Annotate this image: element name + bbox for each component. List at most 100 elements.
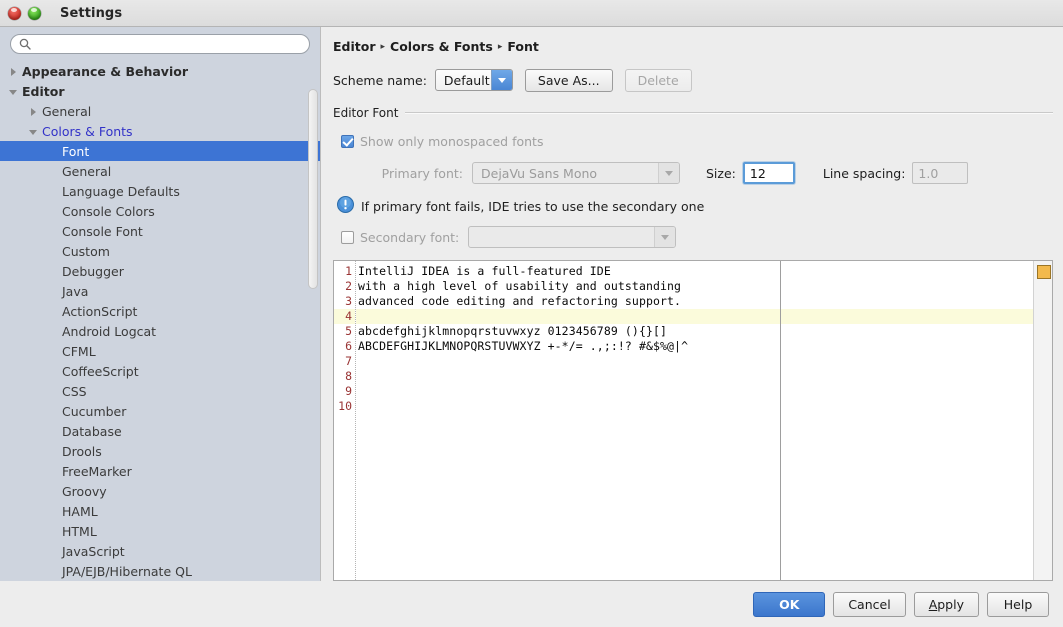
breadcrumb-item[interactable]: Colors & Fonts [390,39,493,54]
sidebar-item-custom[interactable]: Custom [0,241,320,261]
chevron-right-icon[interactable] [28,106,39,117]
sidebar-item-cfml[interactable]: CFML [0,341,320,361]
sidebar-item-general[interactable]: General [0,101,320,121]
sidebar-item-label: Cucumber [62,403,127,419]
font-size-input[interactable] [742,162,795,184]
sidebar-item-database[interactable]: Database [0,421,320,441]
preview-line: ABCDEFGHIJKLMNOPQRSTUVWXYZ +-*/= .,;:!? … [358,339,689,353]
sidebar-item-haml[interactable]: HAML [0,501,320,521]
sidebar-item-label: FreeMarker [62,463,132,479]
primary-font-dropdown[interactable]: DejaVu Sans Mono [472,162,680,184]
dialog-footer: OK Cancel Apply Help [0,581,1063,627]
help-button[interactable]: Help [987,591,1049,617]
breadcrumb-item[interactable]: Font [507,39,539,54]
sidebar-item-coffeescript[interactable]: CoffeeScript [0,361,320,381]
secondary-font-checkbox[interactable] [341,230,354,244]
ok-button[interactable]: OK [753,591,826,617]
show-monospaced-checkbox[interactable] [341,134,354,148]
line-number: 1 [345,264,352,278]
line-number: 4 [334,309,355,324]
sidebar-item-label: Console Colors [62,203,155,219]
sidebar-item-language-defaults[interactable]: Language Defaults [0,181,320,201]
chevron-right-icon[interactable] [8,66,19,77]
line-number: 10 [338,399,352,413]
marker-chip[interactable] [1037,265,1051,279]
preview-line: abcdefghijklmnopqrstuvwxyz 0123456789 ()… [358,324,668,338]
sidebar-item-drools[interactable]: Drools [0,441,320,461]
breadcrumb: Editor ▸ Colors & Fonts ▸ Font [333,39,1053,54]
sidebar-item-colors-fonts[interactable]: Colors & Fonts [0,121,320,141]
settings-tree[interactable]: Appearance & Behavior Editor General Colors… [0,60,320,581]
sidebar-item-javascript[interactable]: JavaScript [0,541,320,561]
marker-bar[interactable] [1033,261,1052,580]
sidebar-item-freemarker[interactable]: FreeMarker [0,461,320,481]
sidebar-scrollbar[interactable] [308,60,318,579]
sidebar-item-css[interactable]: CSS [0,381,320,401]
sidebar-item-general[interactable]: General [0,161,320,181]
settings-main-pane: Editor ▸ Colors & Fonts ▸ Font Scheme name: … [321,27,1063,581]
save-as-button[interactable]: Save As... [524,68,613,92]
preview-text-area[interactable]: IntelliJ IDEA is a full-featured IDE with… [356,261,1033,580]
scheme-name-dropdown[interactable]: Default [434,69,513,91]
sidebar-item-android-logcat[interactable]: Android Logcat [0,321,320,341]
delete-button[interactable]: Delete [624,68,692,92]
preview-line: with a high level of usability and outst… [358,279,682,293]
sidebar-item-java[interactable]: Java [0,281,320,301]
preview-line: IntelliJ IDEA is a full-featured IDE [358,264,611,278]
sidebar-item-appearance-behavior[interactable]: Appearance & Behavior [0,61,320,81]
chevron-down-icon[interactable] [28,126,39,137]
size-label: Size: [706,165,736,181]
sidebar-item-label: Debugger [62,263,124,279]
chevron-down-icon[interactable] [658,163,679,183]
sidebar-item-debugger[interactable]: Debugger [0,261,320,281]
cancel-button[interactable]: Cancel [833,591,906,617]
sidebar-item-console-font[interactable]: Console Font [0,221,320,241]
secondary-font-dropdown[interactable] [468,226,677,248]
sidebar-item-html[interactable]: HTML [0,521,320,541]
primary-font-row: Primary font: DejaVu Sans Mono Size: Lin… [341,162,1053,184]
apply-button[interactable]: Apply [913,591,979,617]
line-number: 6 [345,339,352,353]
show-monospaced-row: Show only monospaced fonts [341,130,1053,152]
line-number: 7 [345,354,352,368]
search-container [0,27,320,60]
search-input[interactable] [36,37,301,51]
preview-line [356,369,1033,384]
breadcrumb-item[interactable]: Editor [333,39,376,54]
font-preview-editor[interactable]: 1 2 3 4 5 6 7 8 9 10 IntelliJ IDEA is a full-feat… [333,260,1053,581]
chevron-down-icon[interactable] [654,227,676,247]
sidebar-item-actionscript[interactable]: ActionScript [0,301,320,321]
line-number: 8 [345,369,352,383]
sidebar-item-label: CSS [62,383,87,399]
search-field[interactable] [10,34,310,54]
sidebar-item-font[interactable]: Font [0,141,320,161]
primary-font-value: DejaVu Sans Mono [481,165,598,181]
zoom-button[interactable] [28,6,41,20]
close-button[interactable] [8,6,21,20]
chevron-down-icon[interactable] [8,86,19,97]
line-number-gutter: 1 2 3 4 5 6 7 8 9 10 [334,261,356,580]
line-spacing-input[interactable] [912,162,969,184]
sidebar-scrollbar-thumb[interactable] [308,89,318,289]
scheme-name-value: Default [443,72,490,88]
chevron-down-icon[interactable] [490,70,512,90]
right-margin-guide [780,261,781,580]
editor-font-group-separator: Editor Font [333,106,1053,120]
sidebar-item-console-colors[interactable]: Console Colors [0,201,320,221]
sidebar-item-editor[interactable]: Editor [0,81,320,101]
sidebar-item-cucumber[interactable]: Cucumber [0,401,320,421]
preview-line [356,384,1033,399]
sidebar-item-jpa-ejb-hibernate-ql[interactable]: JPA/EJB/Hibernate QL [0,561,320,581]
settings-sidebar: Appearance & Behavior Editor General Colors… [0,27,321,581]
sidebar-item-label: Console Font [62,223,143,239]
sidebar-item-groovy[interactable]: Groovy [0,481,320,501]
sidebar-item-label: Editor [22,83,65,99]
